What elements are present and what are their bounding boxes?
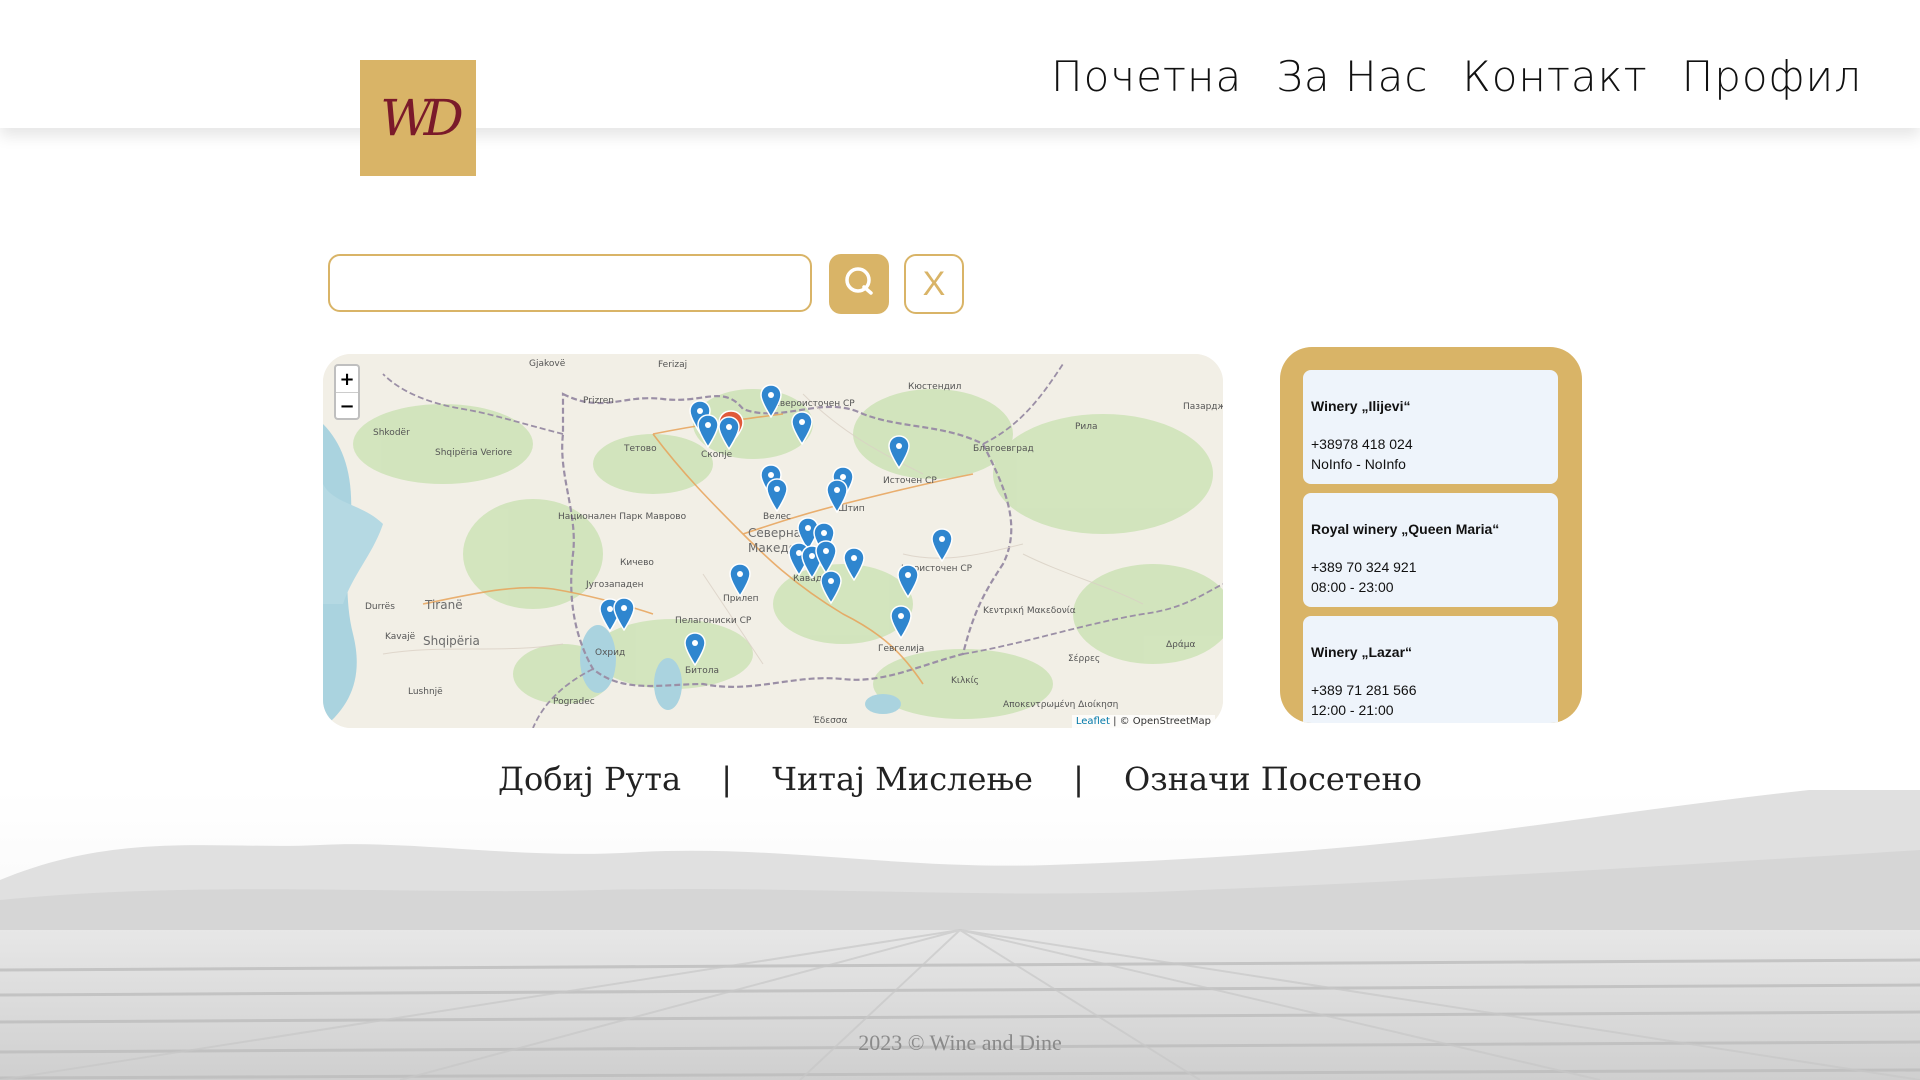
clear-search-button[interactable]: X (904, 254, 964, 314)
map-label: Југозападен (586, 580, 644, 590)
map-label: Shqipëria Veriore (435, 448, 513, 458)
winery-name: Royal winery „Queen Maria“ (1311, 521, 1500, 537)
nav-about[interactable]: За Нас (1276, 52, 1428, 101)
map-label: Битола (685, 666, 720, 676)
leaflet-link[interactable]: Leaflet (1076, 716, 1110, 727)
map-label: Кюстендил (908, 382, 962, 392)
map-marker[interactable] (888, 435, 910, 470)
separator: | (721, 760, 733, 798)
map-marker[interactable] (791, 411, 813, 446)
winery-phone: +389 71 281 566 (1311, 682, 1417, 698)
map-marker[interactable] (684, 632, 706, 667)
winery-map[interactable]: Gjakovë Ferizaj Prizren Shkodër Shqipëri… (323, 354, 1223, 728)
winery-hours: 12:00 - 21:00 (1311, 702, 1394, 718)
map-marker[interactable] (697, 414, 719, 449)
osm-attribution[interactable]: | © OpenStreetMap (1113, 716, 1211, 727)
nav-contact[interactable]: Контакт (1462, 52, 1647, 101)
search-button[interactable] (829, 254, 889, 314)
map-label: Σέρρες (1068, 654, 1101, 664)
map-label: Велес (763, 512, 791, 522)
map-marker[interactable] (897, 564, 919, 599)
map-label: Έδεσσα (813, 716, 848, 726)
map-label: Пазардж (1183, 402, 1223, 412)
map-marker[interactable] (766, 478, 788, 513)
map-label: Lushnjë (408, 687, 443, 697)
map-label: Пелагониски СР (675, 616, 752, 626)
map-marker[interactable] (729, 563, 751, 598)
zoom-control: + − (334, 364, 360, 420)
map-label: Рила (1075, 422, 1098, 432)
zoom-out-button[interactable]: − (336, 393, 358, 419)
map-label: Ferizaj (658, 360, 688, 370)
map-label: Κεντρική Μακεδονία (983, 606, 1076, 616)
map-marker[interactable] (613, 597, 635, 632)
map-marker[interactable] (826, 479, 848, 514)
search-input[interactable] (328, 254, 812, 312)
map-marker[interactable] (843, 547, 865, 582)
winery-list-panel: Winery „Ilijevi“ +38978 418 024 NoInfo -… (1280, 347, 1582, 723)
map-marker[interactable] (760, 384, 782, 419)
winery-phone: +389 70 324 921 (1311, 559, 1417, 575)
winery-name: Winery „Lazar“ (1311, 644, 1413, 660)
winery-name: Winery „Ilijevi“ (1311, 398, 1411, 414)
winery-list[interactable]: Winery „Ilijevi“ +38978 418 024 NoInfo -… (1303, 370, 1558, 723)
search-icon (842, 265, 876, 303)
winery-card[interactable]: Winery „Ilijevi“ +38978 418 024 NoInfo -… (1303, 370, 1558, 484)
winery-actions: Добиј Рута | Читај Мислење | Означи Посе… (0, 760, 1920, 798)
nav-home[interactable]: Почетна (1051, 52, 1242, 101)
map-attribution: Leaflet | © OpenStreetMap (1071, 715, 1215, 728)
read-reviews-link[interactable]: Читај Мислење (772, 760, 1033, 798)
map-label: Северна (748, 526, 802, 540)
map-marker[interactable] (931, 528, 953, 563)
map-label: Prizren (583, 396, 614, 406)
map-label: Αποκεντρωμένη Διοίκηση (1003, 700, 1119, 710)
winery-hours: 08:00 - 23:00 (1311, 579, 1394, 595)
winery-card[interactable]: Royal winery „Queen Maria“ +389 70 324 9… (1303, 493, 1558, 607)
map-label: Тетово (624, 444, 657, 454)
map-marker[interactable] (718, 416, 740, 451)
map-label: Kavajë (385, 632, 416, 642)
map-label: Κιλκίς (951, 676, 979, 686)
clear-label: X (922, 264, 946, 303)
winery-phone: +38978 418 024 (1311, 436, 1413, 452)
map-label: Охрид (595, 648, 626, 658)
map-label: Pogradec (553, 697, 595, 707)
map-label: Скопје (701, 450, 733, 460)
site-logo[interactable]: WD (360, 60, 476, 176)
footer-copyright: 2023 © Wine and Dine (858, 1030, 1062, 1055)
map-marker[interactable] (815, 540, 837, 575)
winery-card[interactable]: Winery „Lazar“ +389 71 281 566 12:00 - 2… (1303, 616, 1558, 723)
map-label: Tiranë (425, 598, 463, 612)
map-marker[interactable] (890, 605, 912, 640)
map-label: Durrës (365, 602, 395, 612)
map-label: Shkodër (373, 428, 410, 438)
map-label: Кичево (620, 558, 654, 568)
separator: | (1073, 760, 1084, 798)
get-route-link[interactable]: Добиј Рута (498, 760, 681, 798)
map-label: Δράμα (1166, 640, 1196, 650)
nav-profile[interactable]: Профил (1682, 52, 1862, 101)
map-label: Благоевград (973, 444, 1034, 454)
map-marker[interactable] (820, 570, 842, 605)
logo-monogram: WD (380, 89, 464, 147)
zoom-in-button[interactable]: + (336, 366, 358, 393)
map-label: Источен СР (883, 476, 937, 486)
map-label: Гевгелија (878, 644, 925, 654)
main-nav: Почетна За Нас Контакт Профил (1051, 52, 1862, 101)
winery-hours: NoInfo - NoInfo (1311, 456, 1406, 472)
map-label: Shqipëria (423, 634, 480, 648)
mark-visited-link[interactable]: Означи Посетено (1124, 760, 1422, 798)
map-label: Национален Парк Маврово (558, 512, 687, 522)
map-label: Gjakovë (529, 359, 566, 369)
